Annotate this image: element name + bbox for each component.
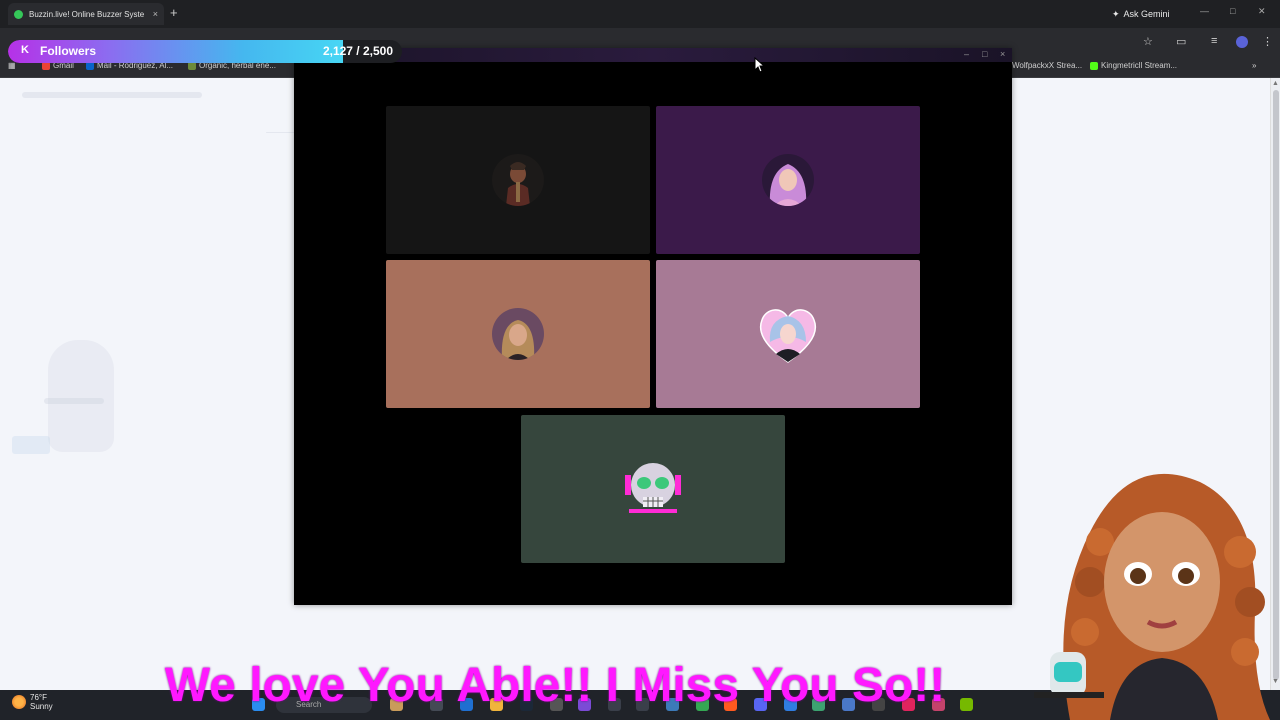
streamer-avatar-overlay: [1030, 462, 1280, 720]
warrior-avatar-icon: [492, 154, 544, 206]
browser-tab-bar: Buzzin.live! Online Buzzer Syste × + ✦ A…: [0, 0, 1280, 28]
maximize-window-icon[interactable]: □: [1230, 6, 1235, 16]
neon-skull-avatar-icon: [621, 459, 685, 519]
call-minimize-icon[interactable]: –: [964, 49, 969, 59]
bookmark-wolfpack[interactable]: WolfpackxX Strea...: [1012, 61, 1082, 70]
participant-tile-3[interactable]: [386, 260, 650, 408]
screen: Buzzin.live! Online Buzzer Syste × + ✦ A…: [0, 0, 1280, 720]
faded-header: [22, 92, 202, 98]
more-bookmarks-icon[interactable]: »: [1252, 61, 1256, 70]
reading-list-icon[interactable]: ≡: [1211, 35, 1217, 47]
minimize-window-icon[interactable]: —: [1200, 6, 1209, 16]
tab-title: Buzzin.live! Online Buzzer Syste: [29, 9, 145, 19]
followers-goal-bar: K Followers 2,127 / 2,500: [8, 40, 402, 63]
participant-tile-4[interactable]: [656, 260, 920, 408]
new-tab-button[interactable]: +: [170, 5, 178, 20]
ask-gemini-label: Ask Gemini: [1123, 9, 1170, 19]
faded-button: [12, 436, 50, 454]
participant-tile-5[interactable]: [521, 415, 785, 563]
call-close-icon[interactable]: ×: [1000, 49, 1005, 59]
more-menu-icon[interactable]: ⋮: [1262, 35, 1273, 48]
close-window-icon[interactable]: ✕: [1258, 6, 1266, 17]
call-maximize-icon[interactable]: □: [982, 49, 987, 59]
apps-grid-icon[interactable]: ▦: [8, 61, 16, 70]
stream-caption: We love You Able!! I Miss You So!!: [0, 658, 1110, 720]
scroll-up-icon[interactable]: ▲: [1272, 80, 1279, 87]
site-favicon-icon: [14, 9, 23, 19]
bookmark-label: WolfpackxX Strea...: [1012, 61, 1083, 70]
pink-hair-avatar-icon: [762, 154, 814, 206]
tab-close-button[interactable]: ×: [153, 9, 158, 19]
followers-count: 2,127 / 2,500: [322, 44, 393, 58]
bookmark-kingmetric[interactable]: Kingmetricll Stream...: [1090, 61, 1177, 70]
participant-tile-2[interactable]: [656, 106, 920, 254]
bookmark-label: Kingmetricll Stream...: [1101, 61, 1178, 70]
woman-portrait-avatar-icon: [492, 308, 544, 360]
video-call-window: – □ ×: [294, 48, 1012, 605]
mouse-cursor-icon: [754, 57, 766, 73]
faded-divider: [266, 132, 296, 133]
followers-label: Followers: [40, 44, 97, 58]
participant-tile-1[interactable]: [386, 106, 650, 254]
faded-logo: [48, 340, 114, 452]
bookmark-star-icon[interactable]: ☆: [1143, 35, 1153, 48]
caption-text: We love You Able!! I Miss You So!!: [164, 659, 946, 712]
ask-gemini-button[interactable]: ✦ Ask Gemini: [1104, 5, 1178, 23]
gemini-sparkle-icon: ✦: [1112, 8, 1120, 19]
kick-icon: K: [21, 44, 29, 56]
cast-icon[interactable]: ▭: [1176, 35, 1186, 48]
faded-text: [44, 398, 104, 404]
profile-avatar[interactable]: [1236, 36, 1248, 48]
kick-icon: [1090, 61, 1098, 70]
heart-portrait-avatar-icon: [756, 302, 820, 366]
browser-tab[interactable]: Buzzin.live! Online Buzzer Syste ×: [8, 3, 164, 25]
